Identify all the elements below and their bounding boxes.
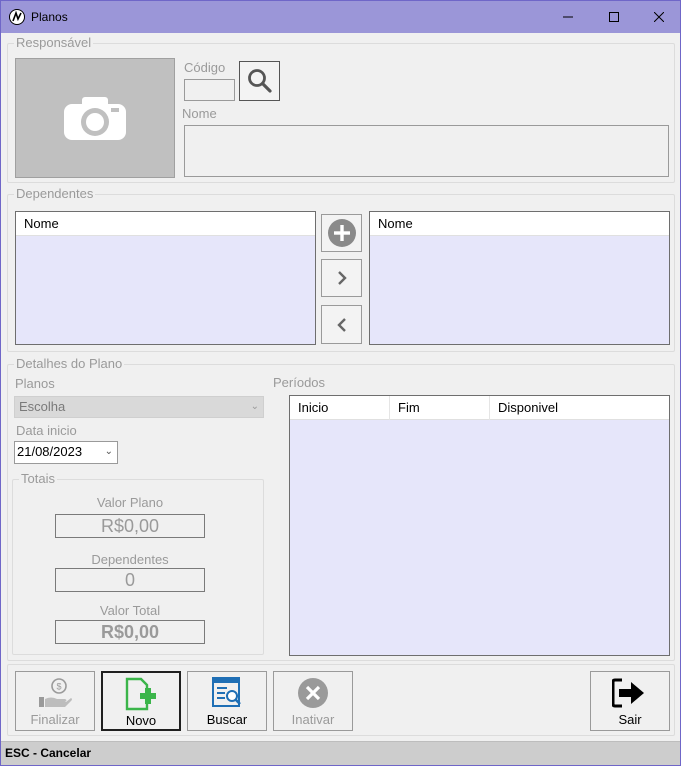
column-header-disponivel[interactable]: Disponivel xyxy=(490,396,669,420)
maximize-icon xyxy=(609,12,619,22)
title-bar[interactable]: Planos xyxy=(1,1,680,33)
camera-icon xyxy=(64,97,126,140)
move-right-button[interactable] xyxy=(321,259,362,297)
column-header-nome[interactable]: Nome xyxy=(370,212,669,236)
dependentes-selected-list[interactable]: Nome xyxy=(369,211,670,345)
cancel-circle-icon xyxy=(296,676,330,710)
chevron-right-icon xyxy=(337,271,347,285)
nome-input[interactable] xyxy=(184,125,669,177)
detalhes-legend: Detalhes do Plano xyxy=(14,356,125,371)
chevron-down-icon: ⌄ xyxy=(104,446,113,457)
planos-select[interactable]: Escolha ⌄ xyxy=(14,396,264,418)
search-icon xyxy=(247,69,272,93)
planos-select-value: Escolha xyxy=(19,399,66,414)
close-icon xyxy=(654,12,664,22)
dependentes-count-label: Dependentes xyxy=(91,552,169,567)
money-hand-icon: $ xyxy=(37,676,73,710)
data-inicio-picker[interactable]: 21/08/2023 ⌄ xyxy=(14,441,118,464)
maximize-button[interactable] xyxy=(591,1,637,33)
periodos-label: Períodos xyxy=(273,375,326,390)
chevron-left-icon xyxy=(336,317,346,332)
finalizar-label: Finalizar xyxy=(30,712,80,727)
search-document-icon xyxy=(209,676,245,710)
minimize-button[interactable] xyxy=(545,1,591,33)
valor-plano-value: R$0,00 xyxy=(55,514,205,538)
exit-icon xyxy=(612,676,648,710)
list-header: Inicio Fim Disponivel xyxy=(290,396,669,420)
column-header-inicio[interactable]: Inicio xyxy=(290,396,390,420)
periodos-list[interactable]: Inicio Fim Disponivel xyxy=(289,395,670,656)
list-header: Nome xyxy=(16,212,315,236)
valor-plano-label: Valor Plano xyxy=(96,495,164,510)
data-inicio-value: 21/08/2023 xyxy=(17,444,83,459)
finalizar-button[interactable]: $ Finalizar xyxy=(15,671,95,731)
planos-label: Planos xyxy=(15,376,55,391)
novo-label: Novo xyxy=(125,713,157,728)
search-responsavel-button[interactable] xyxy=(239,61,280,101)
column-header-nome[interactable]: Nome xyxy=(16,212,315,236)
new-document-icon xyxy=(123,677,159,711)
chevron-down-icon: ⌄ xyxy=(250,401,259,412)
nome-label: Nome xyxy=(182,106,217,121)
sair-button[interactable]: Sair xyxy=(590,671,670,731)
valor-total-label: Valor Total xyxy=(99,603,161,618)
planos-window: Planos Responsável Código Nome Dependent… xyxy=(0,0,681,766)
close-button[interactable] xyxy=(636,1,681,33)
data-inicio-label: Data inicio xyxy=(16,423,77,438)
novo-button[interactable]: Novo xyxy=(101,671,181,731)
responsavel-photo[interactable] xyxy=(15,58,175,178)
buscar-button[interactable]: Buscar xyxy=(187,671,267,731)
codigo-label: Código xyxy=(184,60,226,75)
inativar-button[interactable]: Inativar xyxy=(273,671,353,731)
valor-total-value: R$0,00 xyxy=(55,620,205,644)
inativar-label: Inativar xyxy=(291,712,335,727)
svg-text:$: $ xyxy=(56,682,61,692)
totais-legend: Totais xyxy=(19,471,57,486)
responsavel-legend: Responsável xyxy=(14,35,94,50)
minimize-icon xyxy=(563,16,573,18)
move-left-button[interactable] xyxy=(321,305,362,344)
add-dependente-button[interactable] xyxy=(321,214,362,252)
dependentes-available-list[interactable]: Nome xyxy=(15,211,316,345)
app-logo-icon xyxy=(9,9,25,25)
codigo-input[interactable] xyxy=(184,79,235,101)
window-title: Planos xyxy=(31,10,68,24)
plus-circle-icon xyxy=(327,219,356,247)
list-header: Nome xyxy=(370,212,669,236)
buscar-label: Buscar xyxy=(206,712,248,727)
dependentes-legend: Dependentes xyxy=(14,186,96,201)
column-header-fim[interactable]: Fim xyxy=(390,396,490,420)
status-bar: ESC - Cancelar xyxy=(1,741,680,765)
sair-label: Sair xyxy=(618,712,642,727)
dependentes-count-value: 0 xyxy=(55,568,205,592)
